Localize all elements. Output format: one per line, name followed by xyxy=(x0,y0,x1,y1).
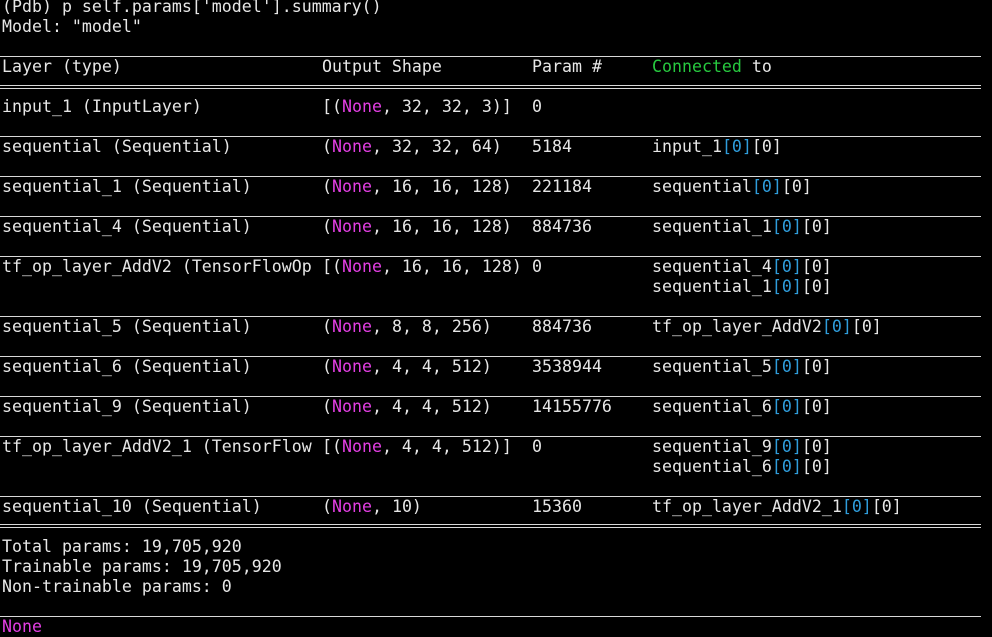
connection-index: [0] xyxy=(841,497,872,516)
connection-index: [0] xyxy=(771,397,802,416)
footer-rule xyxy=(0,616,981,617)
connection-tail: [0] xyxy=(781,177,812,196)
connected-to-cell: tf_op_layer_AddV2_1[0][0] xyxy=(652,497,902,517)
non-trainable-params: Non-trainable params: 0 xyxy=(2,577,232,596)
connection-line: tf_op_layer_AddV2[0][0] xyxy=(2,317,982,337)
trainable-params: Trainable params: 19,705,920 xyxy=(2,557,282,576)
connection-index: [0] xyxy=(771,437,802,456)
layer-name-cell: input_1 (InputLayer) xyxy=(2,97,202,116)
connected-to-cell: sequential_5[0][0] xyxy=(652,357,832,377)
connection-line: sequential_1[0][0] xyxy=(2,217,982,237)
connection-index: [0] xyxy=(821,317,852,336)
connection-index: [0] xyxy=(771,277,802,296)
connected-to-cell: sequential[0][0] xyxy=(652,177,812,197)
connection-name: sequential_6 xyxy=(652,457,772,476)
connection-line: sequential_9[0][0] xyxy=(2,437,982,457)
connected-to-cell: sequential_1[0][0] xyxy=(652,277,832,297)
connection-name: sequential xyxy=(652,177,752,196)
footer-double-rule xyxy=(0,524,981,528)
connection-tail: [0] xyxy=(801,397,832,416)
none-keyword: None xyxy=(341,97,382,116)
connected-to-cell: sequential_4[0][0] xyxy=(652,257,832,277)
row-separator xyxy=(0,436,981,437)
table-row: input_1 (InputLayer) [(None, 32, 32, 3)] 0 xyxy=(2,97,982,117)
header-to-word: to xyxy=(751,57,772,76)
connection-name: tf_op_layer_AddV2 xyxy=(652,317,822,336)
param-count-cell: 0 xyxy=(532,97,542,116)
connected-to-cell: input_1[0][0] xyxy=(652,137,782,157)
row-separator xyxy=(0,256,981,257)
connection-line: sequential_4[0][0] xyxy=(2,257,982,277)
shape-open: [( xyxy=(322,97,342,116)
output-shape-cell: [(None, 32, 32, 3)] xyxy=(322,97,512,117)
header-double-rule xyxy=(0,85,981,89)
connection-line: sequential_6[0][0] xyxy=(2,457,982,477)
connection-name: input_1 xyxy=(652,137,722,156)
connection-line: sequential_5[0][0] xyxy=(2,357,982,377)
pdb-command-line: (Pdb) p self.params['model'].summary() xyxy=(2,0,382,16)
connection-tail: [0] xyxy=(801,437,832,456)
connection-line: sequential_6[0][0] xyxy=(2,397,982,417)
connection-line: sequential_1[0][0] xyxy=(2,277,982,297)
row-separator xyxy=(0,216,981,217)
header-param: Param # xyxy=(532,57,602,76)
connected-to-cell: sequential_6[0][0] xyxy=(652,457,832,477)
connection-index: [0] xyxy=(751,177,782,196)
connection-tail: [0] xyxy=(801,357,832,376)
header-output-shape: Output Shape xyxy=(322,57,442,76)
connection-name: sequential_5 xyxy=(652,357,772,376)
header-connected-word: Connected xyxy=(652,57,742,76)
connection-tail: [0] xyxy=(801,217,832,236)
connection-name: sequential_6 xyxy=(652,397,772,416)
return-value: None xyxy=(2,617,42,636)
connection-name: sequential_4 xyxy=(652,257,772,276)
connection-line: sequential[0][0] xyxy=(2,177,982,197)
header-connected-to: Connected to xyxy=(652,57,772,77)
connection-name: tf_op_layer_AddV2_1 xyxy=(652,497,842,516)
connected-to-cell: sequential_9[0][0] xyxy=(652,437,832,457)
connection-name: sequential_9 xyxy=(652,437,772,456)
connection-tail: [0] xyxy=(801,457,832,476)
row-separator xyxy=(0,496,981,497)
connection-line: input_1[0][0] xyxy=(2,137,982,157)
row-separator xyxy=(0,356,981,357)
row-separator xyxy=(0,176,981,177)
connected-to-cell: sequential_1[0][0] xyxy=(652,217,832,237)
connection-tail: [0] xyxy=(801,277,832,296)
connection-tail: [0] xyxy=(751,137,782,156)
connection-index: [0] xyxy=(771,457,802,476)
row-separator xyxy=(0,396,981,397)
connection-index: [0] xyxy=(771,257,802,276)
connection-line: tf_op_layer_AddV2_1[0][0] xyxy=(2,497,982,517)
connected-to-cell: sequential_6[0][0] xyxy=(652,397,832,417)
connection-index: [0] xyxy=(771,357,802,376)
total-params: Total params: 19,705,920 xyxy=(2,537,242,556)
connection-name: sequential_1 xyxy=(652,217,772,236)
connection-tail: [0] xyxy=(871,497,902,516)
connection-index: [0] xyxy=(721,137,752,156)
header-layer: Layer (type) xyxy=(2,57,122,76)
connection-name: sequential_1 xyxy=(652,277,772,296)
connection-tail: [0] xyxy=(801,257,832,276)
row-separator xyxy=(0,136,981,137)
row-separator xyxy=(0,316,981,317)
connection-index: [0] xyxy=(771,217,802,236)
connected-to-cell: tf_op_layer_AddV2[0][0] xyxy=(652,317,882,337)
table-header: Layer (type) Output Shape Param # Connec… xyxy=(2,57,982,77)
model-name-line: Model: "model" xyxy=(2,17,142,36)
connection-tail: [0] xyxy=(851,317,882,336)
shape-rest: , 32, 32, 3)] xyxy=(381,97,512,116)
